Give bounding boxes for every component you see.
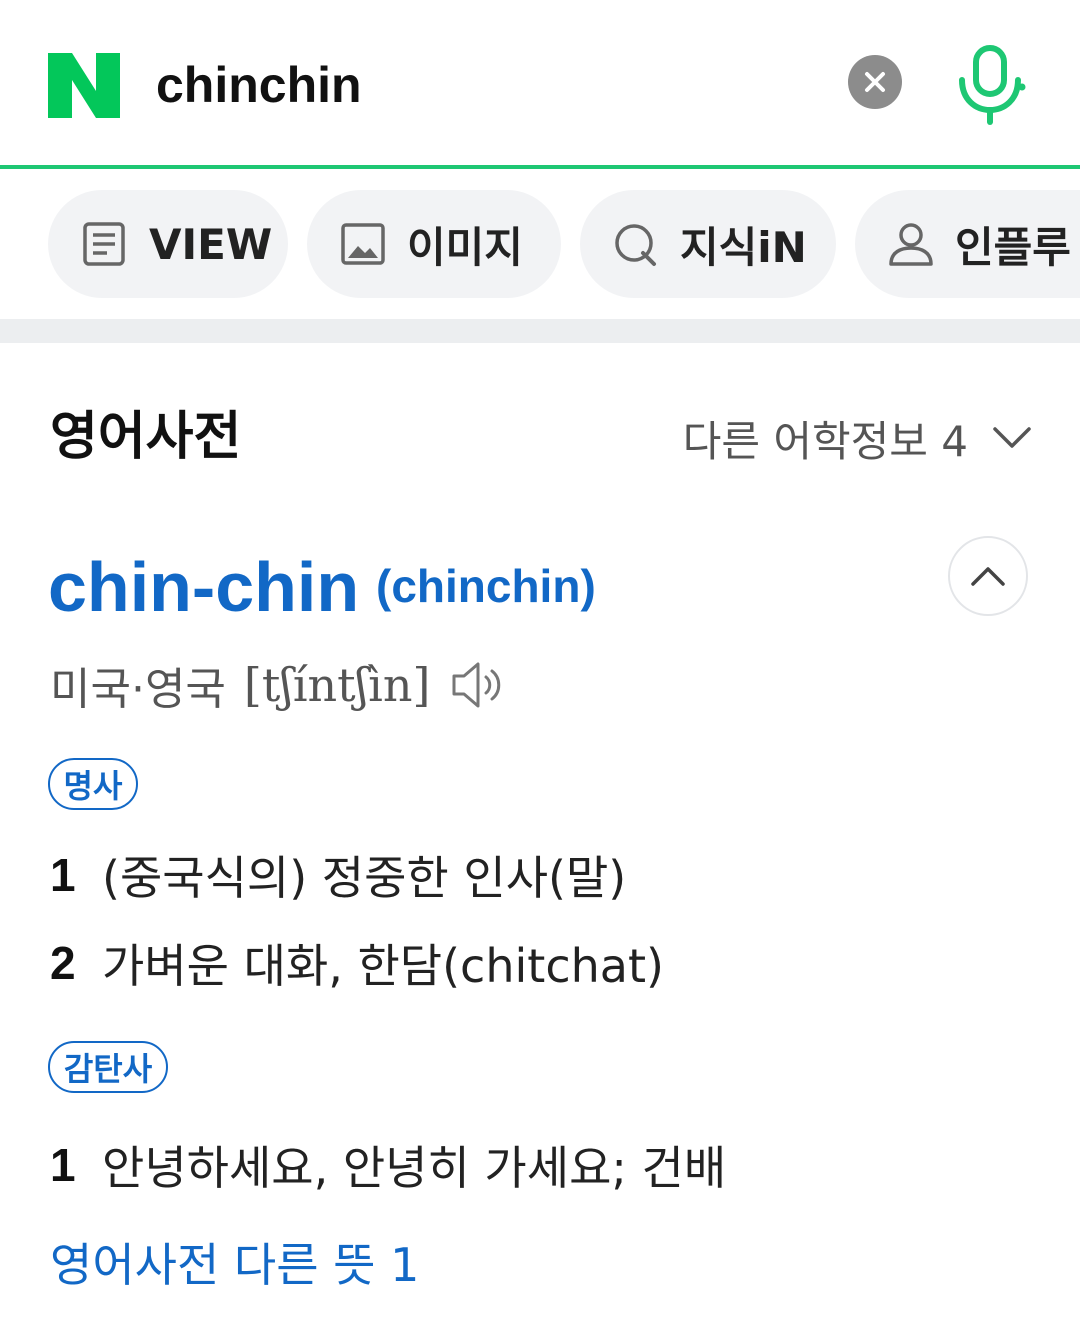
- naver-logo-icon[interactable]: [48, 53, 120, 118]
- sense-item: 1 (중국식의) 정중한 인사(말): [50, 840, 626, 910]
- q-search-icon: [615, 224, 656, 266]
- sense-item: 2 가벼운 대화, 한담(chitchat): [50, 928, 664, 998]
- pronunciation-ipa: [tʃíntʃìn]: [243, 658, 431, 712]
- section-title: 영어사전: [50, 407, 242, 467]
- entry-original-spelling: (chinchin): [376, 560, 596, 612]
- sense-text: 안녕하세요, 안녕히 가세요; 건배: [102, 1141, 727, 1195]
- search-input[interactable]: [156, 54, 796, 116]
- pronunciation-region: 미국·영국: [50, 664, 226, 715]
- microphone-icon[interactable]: [950, 42, 1030, 126]
- tab-kin-label: 지식iN: [680, 222, 807, 272]
- sense-text: 가벼운 대화, 한담(chitchat): [102, 939, 664, 993]
- document-icon: [83, 222, 125, 266]
- image-icon: [341, 223, 385, 265]
- pronunciation-row: 미국·영국 [tʃíntʃìn]: [50, 650, 506, 720]
- sense-number: 1: [50, 849, 76, 901]
- chevron-up-icon: [971, 567, 1005, 586]
- other-language-info-label: 다른 어학정보 4: [682, 416, 968, 466]
- tab-image[interactable]: 이미지: [307, 190, 561, 298]
- close-icon: [865, 72, 885, 92]
- sense-text: (중국식의) 정중한 인사(말): [102, 851, 627, 905]
- sense-item: 1 안녕하세요, 안녕히 가세요; 건배: [50, 1130, 726, 1200]
- search-bar: [0, 0, 1080, 165]
- search-tabs: VIEW 이미지 지식iN 인플루: [0, 169, 1080, 319]
- tab-image-label: 이미지: [407, 222, 523, 272]
- speaker-icon[interactable]: [450, 659, 506, 711]
- tab-influencer-label: 인플루: [955, 222, 1071, 272]
- section-separator: [0, 319, 1080, 343]
- pos-badge-interjection: 감탄사: [48, 1041, 168, 1093]
- other-language-info-button[interactable]: 다른 어학정보 4: [683, 408, 1032, 468]
- chevron-down-icon: [993, 427, 1031, 448]
- sense-number: 1: [50, 1139, 76, 1191]
- clear-search-button[interactable]: [848, 55, 902, 109]
- tab-influencer[interactable]: 인플루: [855, 190, 1080, 298]
- person-icon: [889, 223, 933, 266]
- entry-headword[interactable]: chin-chin: [48, 545, 359, 629]
- pos-badge-noun: 명사: [48, 758, 138, 810]
- tab-kin[interactable]: 지식iN: [580, 190, 836, 298]
- collapse-button[interactable]: [948, 536, 1028, 616]
- more-meanings-link[interactable]: 영어사전 다른 뜻 1: [50, 1230, 419, 1300]
- tab-view-label: VIEW: [149, 219, 273, 269]
- sense-number: 2: [50, 937, 76, 989]
- tab-view[interactable]: VIEW: [48, 190, 288, 298]
